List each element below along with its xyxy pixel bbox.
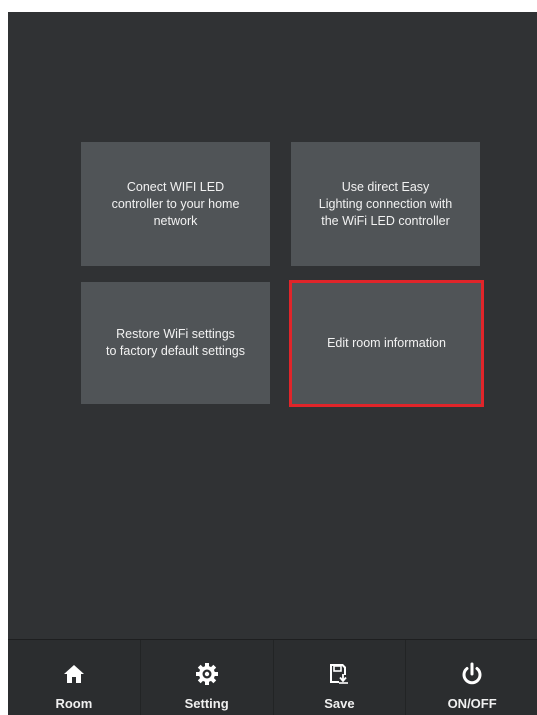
tab-on-off[interactable]: ON/OFF: [406, 640, 537, 715]
home-icon: [60, 660, 88, 688]
tab-on-off-label: ON/OFF: [447, 696, 497, 711]
tab-room-label: Room: [55, 696, 93, 711]
power-icon: [458, 660, 486, 688]
tab-save-label: Save: [324, 696, 355, 711]
bottom-tab-bar: Room Setting Save ON/OFF: [8, 639, 537, 715]
edit-room-information-button[interactable]: Edit room information: [289, 280, 484, 407]
tab-setting-label: Setting: [184, 696, 229, 711]
gear-icon: [193, 660, 221, 688]
connect-wifi-led-button[interactable]: Conect WIFI LED controller to your home …: [81, 142, 270, 266]
tab-save[interactable]: Save: [274, 640, 407, 715]
app-screen: Conect WIFI LED controller to your home …: [8, 12, 537, 715]
save-icon: [325, 660, 353, 688]
tab-setting[interactable]: Setting: [141, 640, 274, 715]
tab-room[interactable]: Room: [8, 640, 141, 715]
restore-factory-settings-button[interactable]: Restore WiFi settings to factory default…: [81, 282, 270, 404]
easy-lighting-connection-button[interactable]: Use direct Easy Lighting connection with…: [291, 142, 480, 266]
